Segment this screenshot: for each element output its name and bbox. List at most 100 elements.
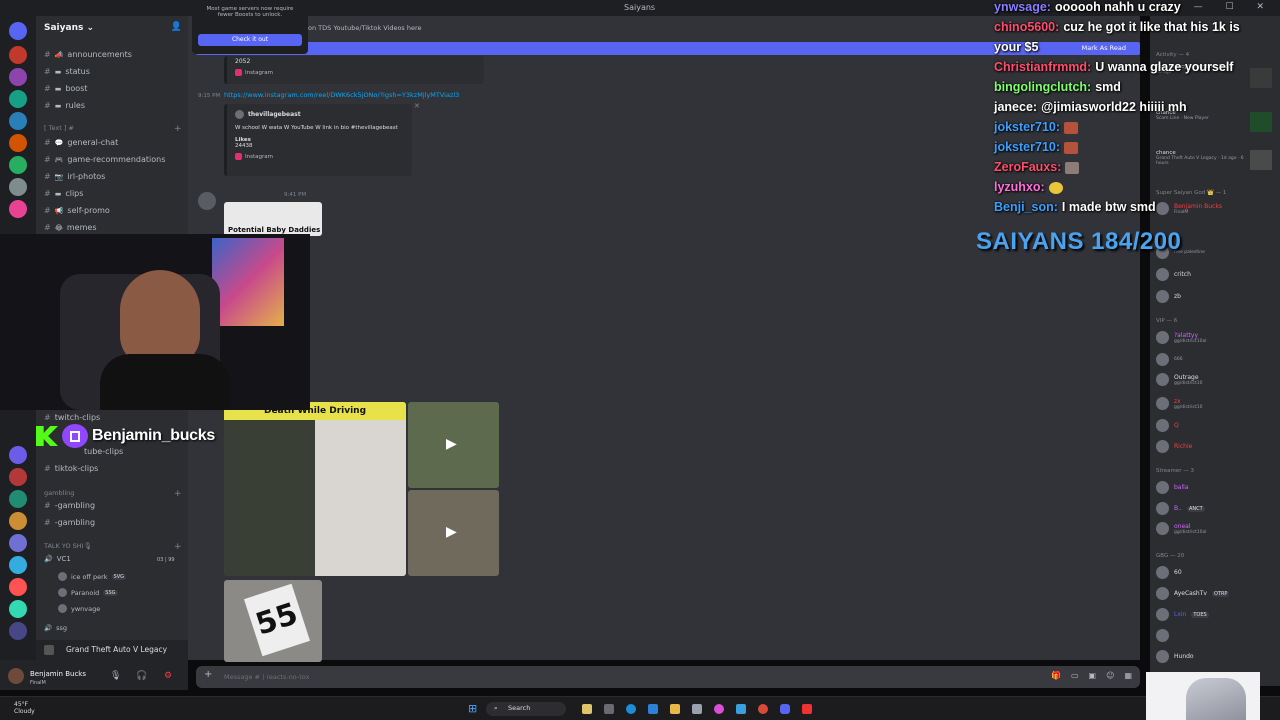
- task-view-icon[interactable]: [604, 704, 614, 714]
- channel-self-promo[interactable]: # 📢 self-promo: [44, 206, 110, 215]
- server-icon[interactable]: [9, 600, 27, 618]
- server-icon[interactable]: [9, 556, 27, 574]
- member-item[interactable]: Lxin TOES: [1156, 608, 1209, 621]
- member-item[interactable]: Q: [1156, 419, 1179, 432]
- avatar[interactable]: [198, 192, 216, 210]
- member-item[interactable]: 666: [1156, 353, 1183, 366]
- channel-gambling[interactable]: # -gambling: [44, 501, 95, 510]
- apps-icon[interactable]: ▦: [1124, 671, 1132, 680]
- check-it-out-button[interactable]: Check it out: [198, 34, 302, 46]
- server-icon[interactable]: [9, 112, 27, 130]
- message-link[interactable]: https://www.instagram.com/reel/DWK6ck5jO…: [224, 91, 459, 99]
- server-icon[interactable]: [9, 46, 27, 64]
- channel-rules[interactable]: # ▬ rules: [44, 101, 85, 110]
- video-attachment[interactable]: ▶: [408, 490, 499, 576]
- server-icon[interactable]: [9, 178, 27, 196]
- member-item[interactable]: critch: [1156, 268, 1191, 281]
- member-item[interactable]: ?alattyy gg/district10al: [1156, 331, 1207, 344]
- image-attachment[interactable]: 55: [224, 580, 322, 662]
- server-icon[interactable]: [9, 90, 27, 108]
- channel-tiktok-clips[interactable]: # tiktok-clips: [44, 464, 98, 473]
- member-item[interactable]: zb: [1156, 290, 1181, 303]
- member-item[interactable]: B.. ANCT: [1156, 502, 1205, 515]
- category-talk[interactable]: TALK YO SHI🎙 +: [44, 542, 182, 552]
- sticker-icon[interactable]: ▣: [1089, 671, 1097, 680]
- plus-icon[interactable]: +: [174, 489, 182, 499]
- member-item[interactable]: [1156, 629, 1169, 642]
- folder-icon[interactable]: [670, 704, 680, 714]
- member-item[interactable]: oneal gg/district10al: [1156, 522, 1207, 535]
- gift-icon[interactable]: 🎁: [1051, 671, 1061, 680]
- start-icon[interactable]: ⊞: [468, 702, 477, 715]
- headphones-icon[interactable]: 🎧: [136, 671, 147, 681]
- channel-announcements[interactable]: # 📣 announcements: [44, 50, 132, 59]
- server-icon[interactable]: [9, 578, 27, 596]
- gear-icon[interactable]: [692, 704, 702, 714]
- server-icon[interactable]: [9, 512, 27, 530]
- member-item[interactable]: Hundo: [1156, 650, 1194, 663]
- member-item[interactable]: 60: [1156, 566, 1182, 579]
- weather-widget[interactable]: 45°F Cloudy: [14, 701, 35, 715]
- gif-icon[interactable]: ▭: [1071, 671, 1079, 680]
- server-icon[interactable]: [9, 490, 27, 508]
- server-icon[interactable]: [9, 446, 27, 464]
- voice-user[interactable]: Paranoid SSG: [58, 588, 118, 597]
- video-attachment[interactable]: ▶: [408, 402, 499, 488]
- channel-memes[interactable]: # 😂 memes: [44, 223, 97, 232]
- add-member-icon[interactable]: 👤: [171, 22, 182, 32]
- close-icon[interactable]: ✕: [414, 102, 420, 110]
- category-text[interactable]: [ Text ] # +: [44, 124, 182, 134]
- app-icon[interactable]: [648, 704, 658, 714]
- channel-status[interactable]: # ▬ status: [44, 67, 90, 76]
- message-composer[interactable]: + Message # | reacts-no-tox 🎁 ▭ ▣ ☺ ▦: [196, 666, 1140, 688]
- avatar[interactable]: [8, 668, 24, 684]
- channel-tube-clips[interactable]: tube-clips: [84, 447, 123, 456]
- channel-general-chat[interactable]: # 💬 general-chat: [44, 138, 118, 147]
- play-icon[interactable]: ▶: [446, 436, 457, 452]
- category-gambling[interactable]: gambling +: [44, 489, 182, 499]
- server-icon[interactable]: [9, 134, 27, 152]
- server-header[interactable]: Saiyans ⌄ 👤: [36, 16, 188, 40]
- server-icon[interactable]: [9, 622, 27, 640]
- server-icon[interactable]: [9, 200, 27, 218]
- plus-icon[interactable]: +: [174, 542, 182, 552]
- channel-game-recommendations[interactable]: # 🎮 game-recommendations: [44, 155, 165, 164]
- voice-user[interactable]: ywnvage: [58, 604, 100, 613]
- plus-icon[interactable]: +: [174, 124, 182, 134]
- mic-icon[interactable]: 🎙: [110, 671, 121, 681]
- play-icon[interactable]: ▶: [446, 524, 457, 540]
- channel-gambling[interactable]: # -gambling: [44, 518, 95, 527]
- channel-clips[interactable]: # ▬ clips: [44, 189, 83, 198]
- channel-twitch-clips[interactable]: # twitch-clips: [44, 413, 100, 422]
- server-icon[interactable]: [9, 68, 27, 86]
- member-item[interactable]: zx gg/district10: [1156, 397, 1203, 410]
- channel-irl-photos[interactable]: # 📷 irl-photos: [44, 172, 105, 181]
- embed-author[interactable]: thevillagebeast: [248, 111, 301, 118]
- steam-icon[interactable]: [736, 704, 746, 714]
- server-icon[interactable]: [9, 468, 27, 486]
- app-icon[interactable]: [802, 704, 812, 714]
- edge-icon[interactable]: [626, 704, 636, 714]
- voice-user[interactable]: ice off perk SVG: [58, 572, 126, 581]
- gear-icon[interactable]: ⚙: [164, 671, 172, 681]
- app-icon[interactable]: [714, 704, 724, 714]
- image-attachment[interactable]: Potential Baby Daddies: [224, 202, 322, 236]
- server-icon[interactable]: [9, 156, 27, 174]
- discord-icon[interactable]: [780, 704, 790, 714]
- member-item[interactable]: AyeCashTv OTRP: [1156, 587, 1230, 600]
- message-input[interactable]: Message # | reacts-no-tox: [224, 673, 309, 681]
- plus-icon[interactable]: +: [204, 669, 212, 680]
- app-icon[interactable]: [758, 704, 768, 714]
- widget-icon[interactable]: [582, 704, 592, 714]
- channel-boost[interactable]: # ▬ boost: [44, 84, 88, 93]
- channel-ssg[interactable]: 🔊 ssg: [44, 624, 67, 632]
- member-item[interactable]: Outrage gg/district10: [1156, 373, 1203, 386]
- search-box[interactable]: ⌕ Search: [486, 702, 566, 716]
- server-icon[interactable]: [9, 534, 27, 552]
- voice-channel[interactable]: 🔊 VC1: [44, 555, 71, 563]
- member-item[interactable]: balla: [1156, 481, 1189, 494]
- member-item[interactable]: Richie: [1156, 440, 1192, 453]
- image-attachment[interactable]: Death While Driving: [224, 402, 406, 576]
- emoji-icon[interactable]: ☺: [1106, 671, 1114, 680]
- home-icon[interactable]: [9, 22, 27, 40]
